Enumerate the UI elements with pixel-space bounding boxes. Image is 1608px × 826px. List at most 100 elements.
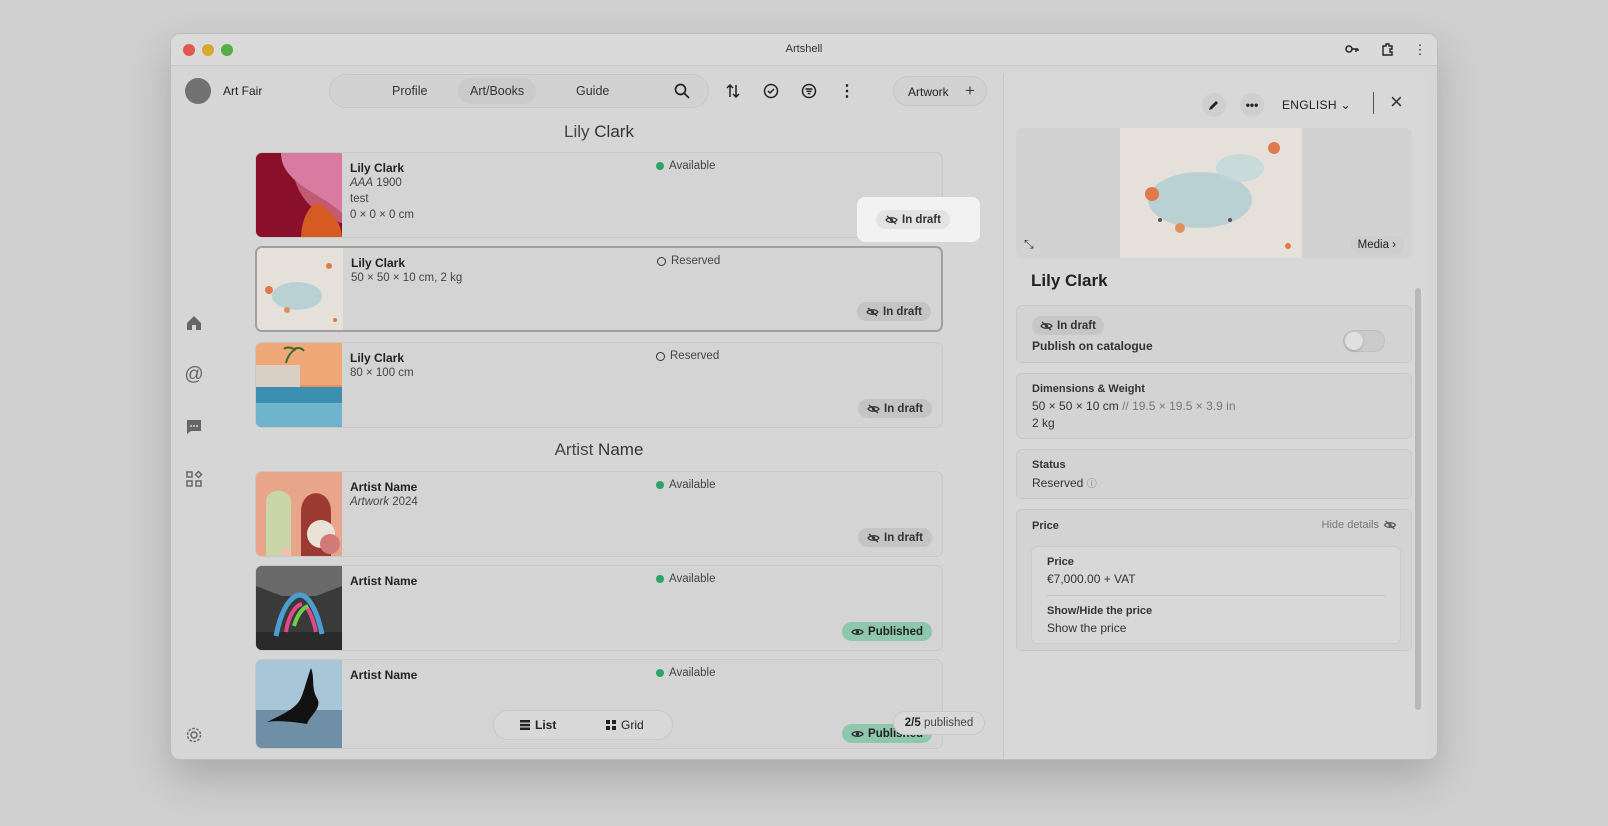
key-icon[interactable] (1343, 42, 1361, 57)
chat-icon[interactable] (183, 416, 205, 438)
dimensions-cm: 50 × 50 × 10 cm (1032, 399, 1119, 413)
status-value-text: Reserved (1032, 476, 1084, 490)
app-window: Artshell ⋮ Art Fair @ Profile Art/Books … (170, 33, 1438, 760)
group-first-name: Artist (554, 440, 594, 459)
artwork-card[interactable]: Lily Clark 80 × 100 cm Reserved In draft (255, 342, 943, 428)
hide-details-label: Hide details (1321, 519, 1379, 531)
draft-badge[interactable]: In draft (876, 210, 950, 229)
org-name: Art Fair (223, 84, 263, 98)
draft-badge[interactable]: In draft (858, 399, 932, 418)
published-suffix: published (923, 717, 974, 729)
eye-icon (851, 730, 864, 737)
artwork-card-selected[interactable]: Lily Clark 50 × 50 × 10 cm, 2 kg Reserve… (255, 246, 943, 332)
publish-label: Publish on catalogue (1032, 339, 1153, 353)
list-icon (520, 720, 530, 730)
draft-badge: In draft (1032, 316, 1104, 335)
availability-status: Reserved (657, 255, 720, 267)
badge-text: In draft (884, 402, 923, 415)
draft-badge[interactable]: In draft (858, 528, 932, 547)
card-line: test (350, 193, 369, 205)
language-select[interactable]: ENGLISH ⌄ (1282, 98, 1351, 112)
card-artist: Lily Clark (350, 351, 405, 365)
grid-icon (606, 720, 616, 730)
card-year: 2024 (392, 496, 418, 508)
available-dot-icon (656, 575, 664, 583)
detail-panel: ••• ENGLISH ⌄ × ⤡ Media › Lily Clark In … (1003, 74, 1425, 759)
eye-icon (851, 628, 864, 635)
tab-art-books[interactable]: Art/Books (458, 78, 537, 104)
dimensions-in: // 19.5 × 19.5 × 3.9 in (1122, 399, 1236, 413)
badge-text: Published (868, 625, 923, 638)
filter-icon[interactable] (798, 80, 820, 102)
grid-view-button[interactable]: Grid (606, 718, 644, 732)
group-last-name: Name (598, 440, 644, 459)
add-artwork-label: Artwork (908, 85, 949, 99)
group-title-lily-clark: Lily Clark (255, 122, 943, 142)
media-button[interactable]: Media › (1349, 236, 1404, 254)
availability-status: Available (656, 479, 715, 491)
card-title-italic: Artwork (350, 496, 389, 508)
artwork-card[interactable]: Artist Name Available Published (255, 565, 943, 651)
status-label: Status (1032, 459, 1066, 471)
eye-off-icon (1040, 321, 1053, 330)
panel-scrollbar[interactable] (1415, 288, 1421, 710)
avatar[interactable] (185, 78, 211, 104)
extension-icon[interactable] (1379, 42, 1397, 59)
status-text: Available (669, 667, 716, 679)
chevron-down-icon: ⌄ (1340, 98, 1351, 112)
published-badge[interactable]: Published (842, 622, 932, 641)
artwork-card[interactable]: Lily Clark AAA 1900 test 0 × 0 × 0 cm Av… (255, 152, 943, 238)
settings-gear-icon[interactable] (183, 724, 205, 746)
check-circle-icon[interactable] (760, 80, 782, 102)
publish-section: In draft Publish on catalogue (1016, 305, 1412, 363)
tab-guide[interactable]: Guide (576, 84, 609, 98)
add-artwork-button[interactable]: Artwork + (893, 76, 987, 106)
sort-icon[interactable] (722, 80, 744, 102)
mention-icon[interactable]: @ (183, 364, 205, 386)
draft-chip-text: In draft (1057, 319, 1096, 332)
badge-text: In draft (902, 213, 941, 226)
artwork-card[interactable]: Artist Name Artwork 2024 Available In dr… (255, 471, 943, 557)
hide-details-button[interactable]: Hide details (1322, 519, 1397, 531)
artwork-thumbnail (257, 248, 343, 330)
home-icon[interactable] (183, 312, 205, 334)
more-horizontal-icon[interactable]: ••• (1240, 93, 1264, 117)
price-value: €7,000.00 + VAT (1047, 572, 1136, 586)
card-title: AAA 1900 (350, 177, 402, 189)
dimensions-label: Dimensions & Weight (1032, 383, 1145, 395)
artwork-thumbnail (256, 566, 342, 650)
artwork-thumbnail (256, 472, 342, 556)
list-view-button[interactable]: List (520, 718, 556, 732)
main-nav: Profile Art/Books Guide (329, 74, 709, 108)
window-more-icon[interactable]: ⋮ (1411, 42, 1429, 58)
published-ratio: 2/5 (904, 717, 921, 729)
eye-off-icon (885, 215, 898, 224)
close-panel-icon[interactable]: × (1390, 91, 1403, 113)
status-text: Reserved (670, 350, 720, 362)
apps-icon[interactable] (183, 468, 205, 490)
available-dot-icon (656, 162, 664, 170)
card-dimensions: 50 × 50 × 10 cm, 2 kg (351, 272, 463, 284)
showhide-label: Show/Hide the price (1047, 605, 1153, 617)
media-preview[interactable]: ⤡ Media › (1016, 128, 1412, 258)
more-vertical-icon[interactable]: ⋮ (836, 80, 858, 102)
divider (1373, 92, 1374, 114)
group-last-name: Clark (594, 122, 634, 141)
tab-profile[interactable]: Profile (392, 84, 427, 98)
media-label: Media (1357, 239, 1389, 251)
info-icon[interactable]: ⓘ (1087, 479, 1097, 490)
availability-status: Available (656, 160, 715, 172)
search-icon[interactable] (674, 83, 690, 104)
status-text: Available (669, 479, 716, 491)
draft-badge[interactable]: In draft (857, 302, 931, 321)
expand-icon[interactable]: ⤡ (1024, 237, 1034, 252)
view-toggle: List Grid (493, 710, 673, 740)
edit-pencil-icon[interactable] (1202, 93, 1226, 117)
badge-text: In draft (884, 531, 923, 544)
publish-toggle[interactable] (1343, 330, 1385, 352)
status-text: Available (669, 160, 716, 172)
showhide-value[interactable]: Show the price (1047, 621, 1126, 635)
card-title: Artwork 2024 (350, 496, 418, 508)
artwork-thumbnail (256, 343, 342, 427)
status-text: Available (669, 573, 716, 585)
